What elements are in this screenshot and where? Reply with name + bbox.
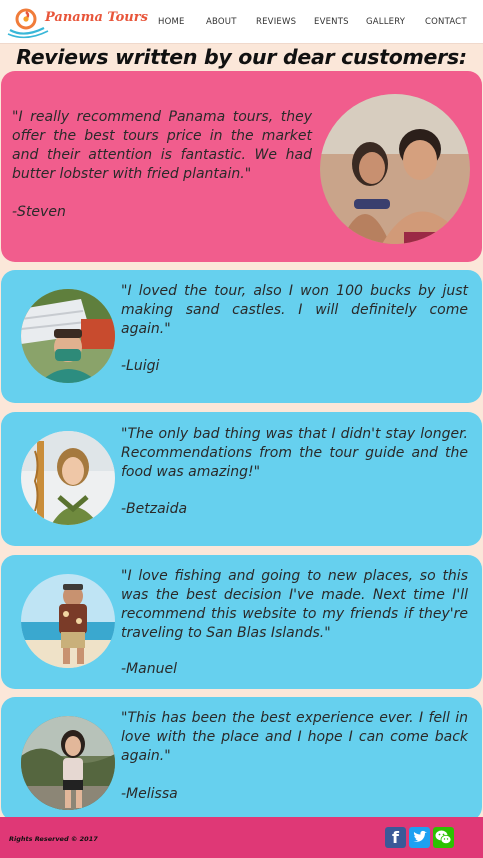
wechat-bubbles-glyph (435, 830, 452, 845)
customer-photo-steven (320, 94, 470, 244)
nav-home[interactable]: HOME (158, 17, 185, 27)
customer-photo-betzaida (21, 431, 115, 525)
main-nav: HOME ABOUT REVIEWS EVENTS GALLERY CONTAC… (0, 17, 483, 29)
customer-photo-manuel (21, 574, 115, 668)
customer-photo-melissa (21, 716, 115, 810)
review-quote: "I loved the tour, also I won 100 bucks … (121, 283, 468, 337)
review-author: -Luigi (121, 358, 160, 374)
review-card-melissa: "This has been the best experience ever.… (1, 697, 482, 821)
review-quote: "The only bad thing was that I didn't st… (121, 426, 468, 480)
copyright-text: Rights Reserved © 2017 (9, 835, 98, 843)
review-author: -Steven (12, 204, 66, 220)
twitter-bird-glyph (413, 830, 427, 842)
review-card-betzaida: "The only bad thing was that I didn't st… (1, 412, 482, 546)
nav-about[interactable]: ABOUT (206, 17, 237, 27)
site-footer: Rights Reserved © 2017 f (0, 817, 483, 858)
nav-contact[interactable]: CONTACT (425, 17, 467, 27)
wechat-icon[interactable] (433, 827, 454, 848)
review-quote: "This has been the best experience ever.… (121, 710, 468, 764)
nav-events[interactable]: EVENTS (314, 17, 349, 27)
review-card-manuel: "I love fishing and going to new places,… (1, 555, 482, 689)
facebook-icon[interactable]: f (385, 827, 406, 848)
review-quote: "I really recommend Panama tours, they o… (12, 109, 312, 182)
nav-gallery[interactable]: GALLERY (366, 17, 405, 27)
customer-photo-luigi (21, 289, 115, 383)
review-author: -Manuel (121, 661, 177, 677)
twitter-icon[interactable] (409, 827, 430, 848)
review-card-steven: "I really recommend Panama tours, they o… (1, 71, 482, 262)
nav-reviews[interactable]: REVIEWS (256, 17, 296, 27)
review-card-luigi: "I loved the tour, also I won 100 bucks … (1, 270, 482, 403)
review-author: -Betzaida (121, 501, 188, 517)
review-author: -Melissa (121, 786, 178, 802)
page-title: Reviews written by our dear customers: (16, 45, 467, 69)
review-quote: "I love fishing and going to new places,… (121, 568, 468, 641)
site-header: Panama Tours HOME ABOUT REVIEWS EVENTS G… (0, 0, 483, 44)
